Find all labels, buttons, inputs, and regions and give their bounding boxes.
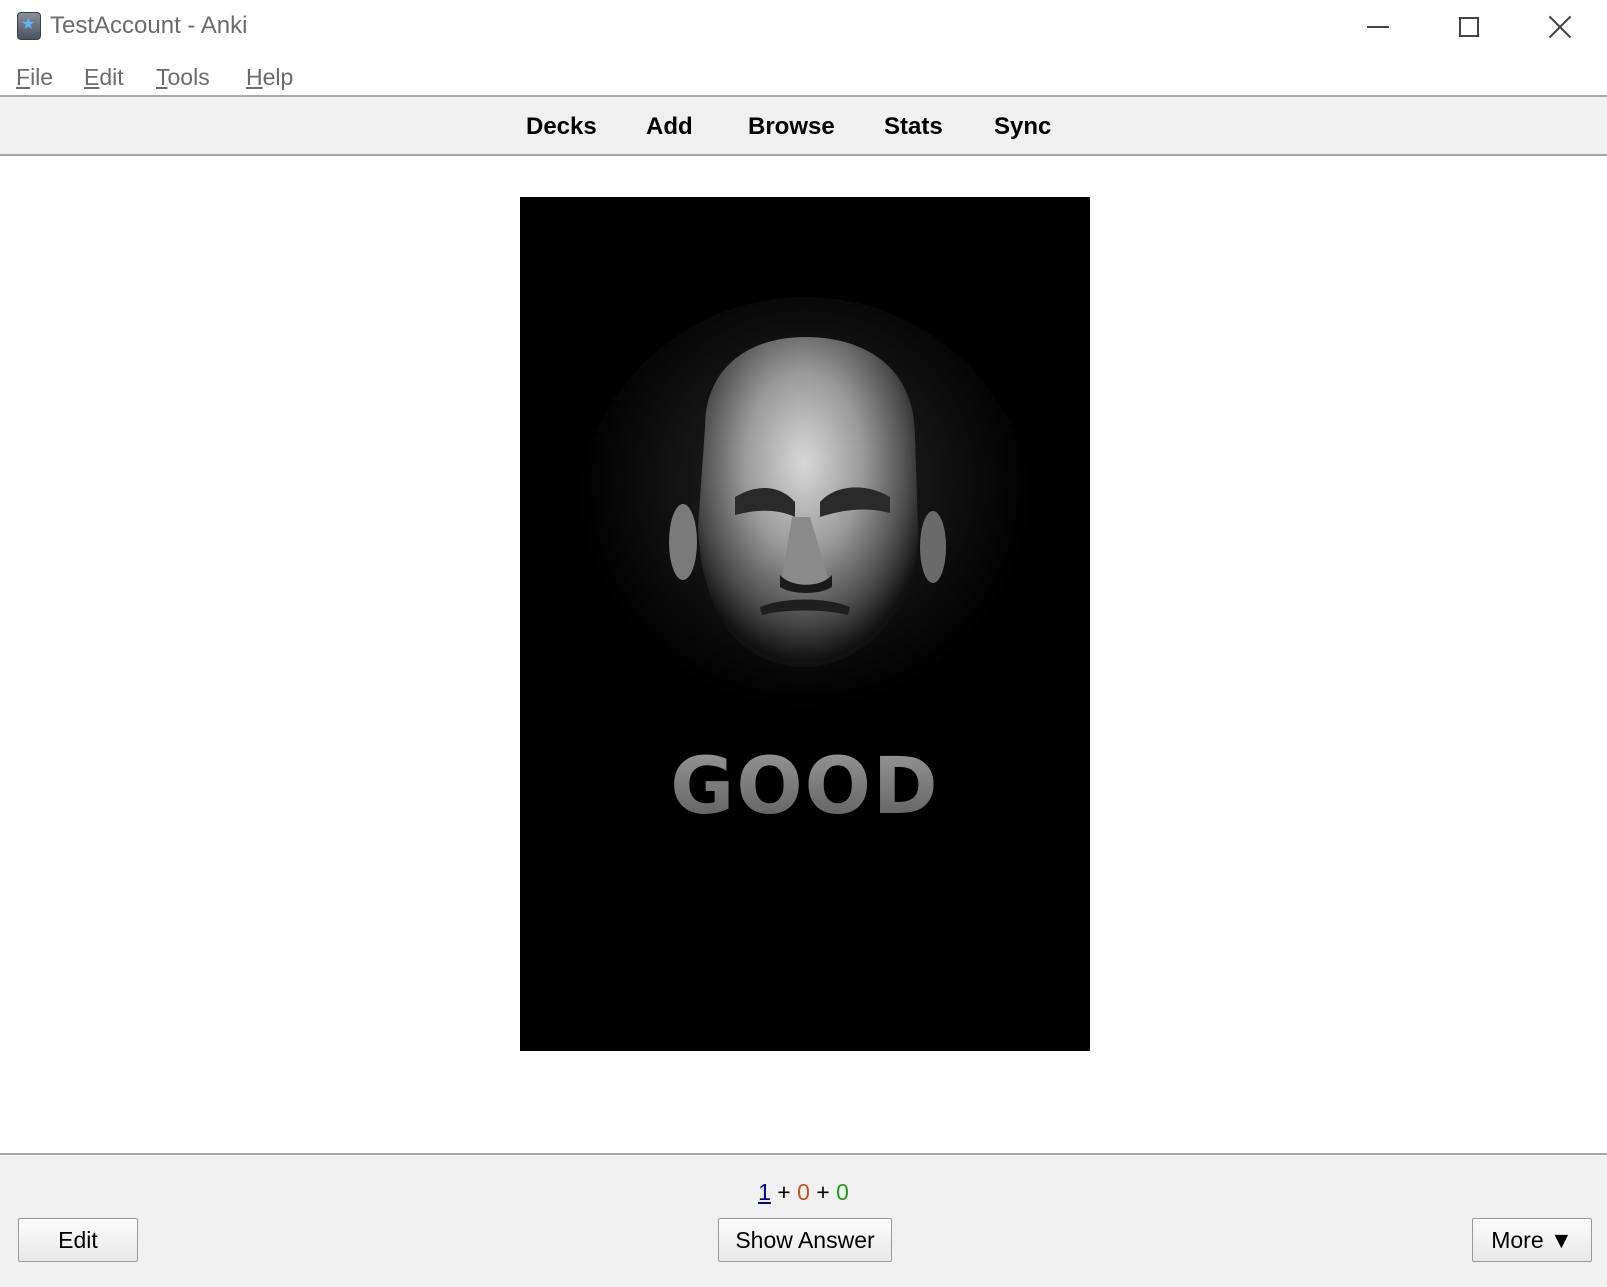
- toolbar-decks[interactable]: Decks: [526, 113, 597, 141]
- main-toolbar: Decks Add Browse Stats Sync: [0, 97, 1607, 156]
- card-question-image: GOOD: [520, 197, 1090, 1051]
- toolbar-browse[interactable]: Browse: [748, 113, 835, 141]
- anki-app-icon: [17, 12, 41, 40]
- toolbar-stats[interactable]: Stats: [884, 113, 943, 141]
- title-bar: TestAccount - Anki: [0, 0, 1607, 54]
- menu-file-mnemonic: F: [16, 64, 31, 90]
- menu-file[interactable]: File: [16, 64, 53, 91]
- menu-edit-mnemonic: E: [84, 64, 100, 90]
- review-area: GOOD: [0, 156, 1607, 1153]
- card-image-text: GOOD: [670, 742, 939, 832]
- menu-tools[interactable]: Tools: [156, 64, 210, 91]
- minimize-button[interactable]: [1332, 0, 1424, 54]
- menu-help[interactable]: Help: [246, 64, 293, 91]
- close-button[interactable]: [1514, 0, 1606, 54]
- menu-help-label: elp: [262, 64, 294, 90]
- learn-count: 0: [797, 1179, 810, 1205]
- menu-edit[interactable]: Edit: [84, 64, 124, 91]
- edit-button[interactable]: Edit: [18, 1218, 138, 1262]
- menu-tools-mnemonic: T: [156, 64, 168, 90]
- show-answer-button[interactable]: Show Answer: [718, 1218, 892, 1262]
- card-counts: 1 + 0 + 0: [0, 1179, 1607, 1206]
- new-count[interactable]: 1: [758, 1179, 771, 1205]
- review-bottom-bar: 1 + 0 + 0 Edit Show Answer More ▼: [0, 1153, 1607, 1287]
- toolbar-add[interactable]: Add: [646, 113, 693, 141]
- portrait-image: GOOD: [520, 197, 1090, 1051]
- maximize-icon: [1459, 17, 1479, 37]
- menu-tools-label: ools: [167, 64, 210, 90]
- menu-bar: File Edit Tools Help: [0, 54, 1607, 97]
- close-icon: [1548, 15, 1572, 39]
- maximize-button[interactable]: [1423, 0, 1515, 54]
- review-count: 0: [836, 1179, 849, 1205]
- menu-file-label: ile: [30, 64, 54, 90]
- minimize-icon: [1367, 26, 1389, 28]
- toolbar-sync[interactable]: Sync: [994, 113, 1051, 141]
- count-separator: +: [816, 1179, 830, 1205]
- menu-edit-label: dit: [99, 64, 124, 90]
- more-button[interactable]: More ▼: [1472, 1218, 1592, 1262]
- window-title: TestAccount - Anki: [50, 12, 248, 39]
- count-separator: +: [777, 1179, 791, 1205]
- menu-help-mnemonic: H: [246, 64, 263, 90]
